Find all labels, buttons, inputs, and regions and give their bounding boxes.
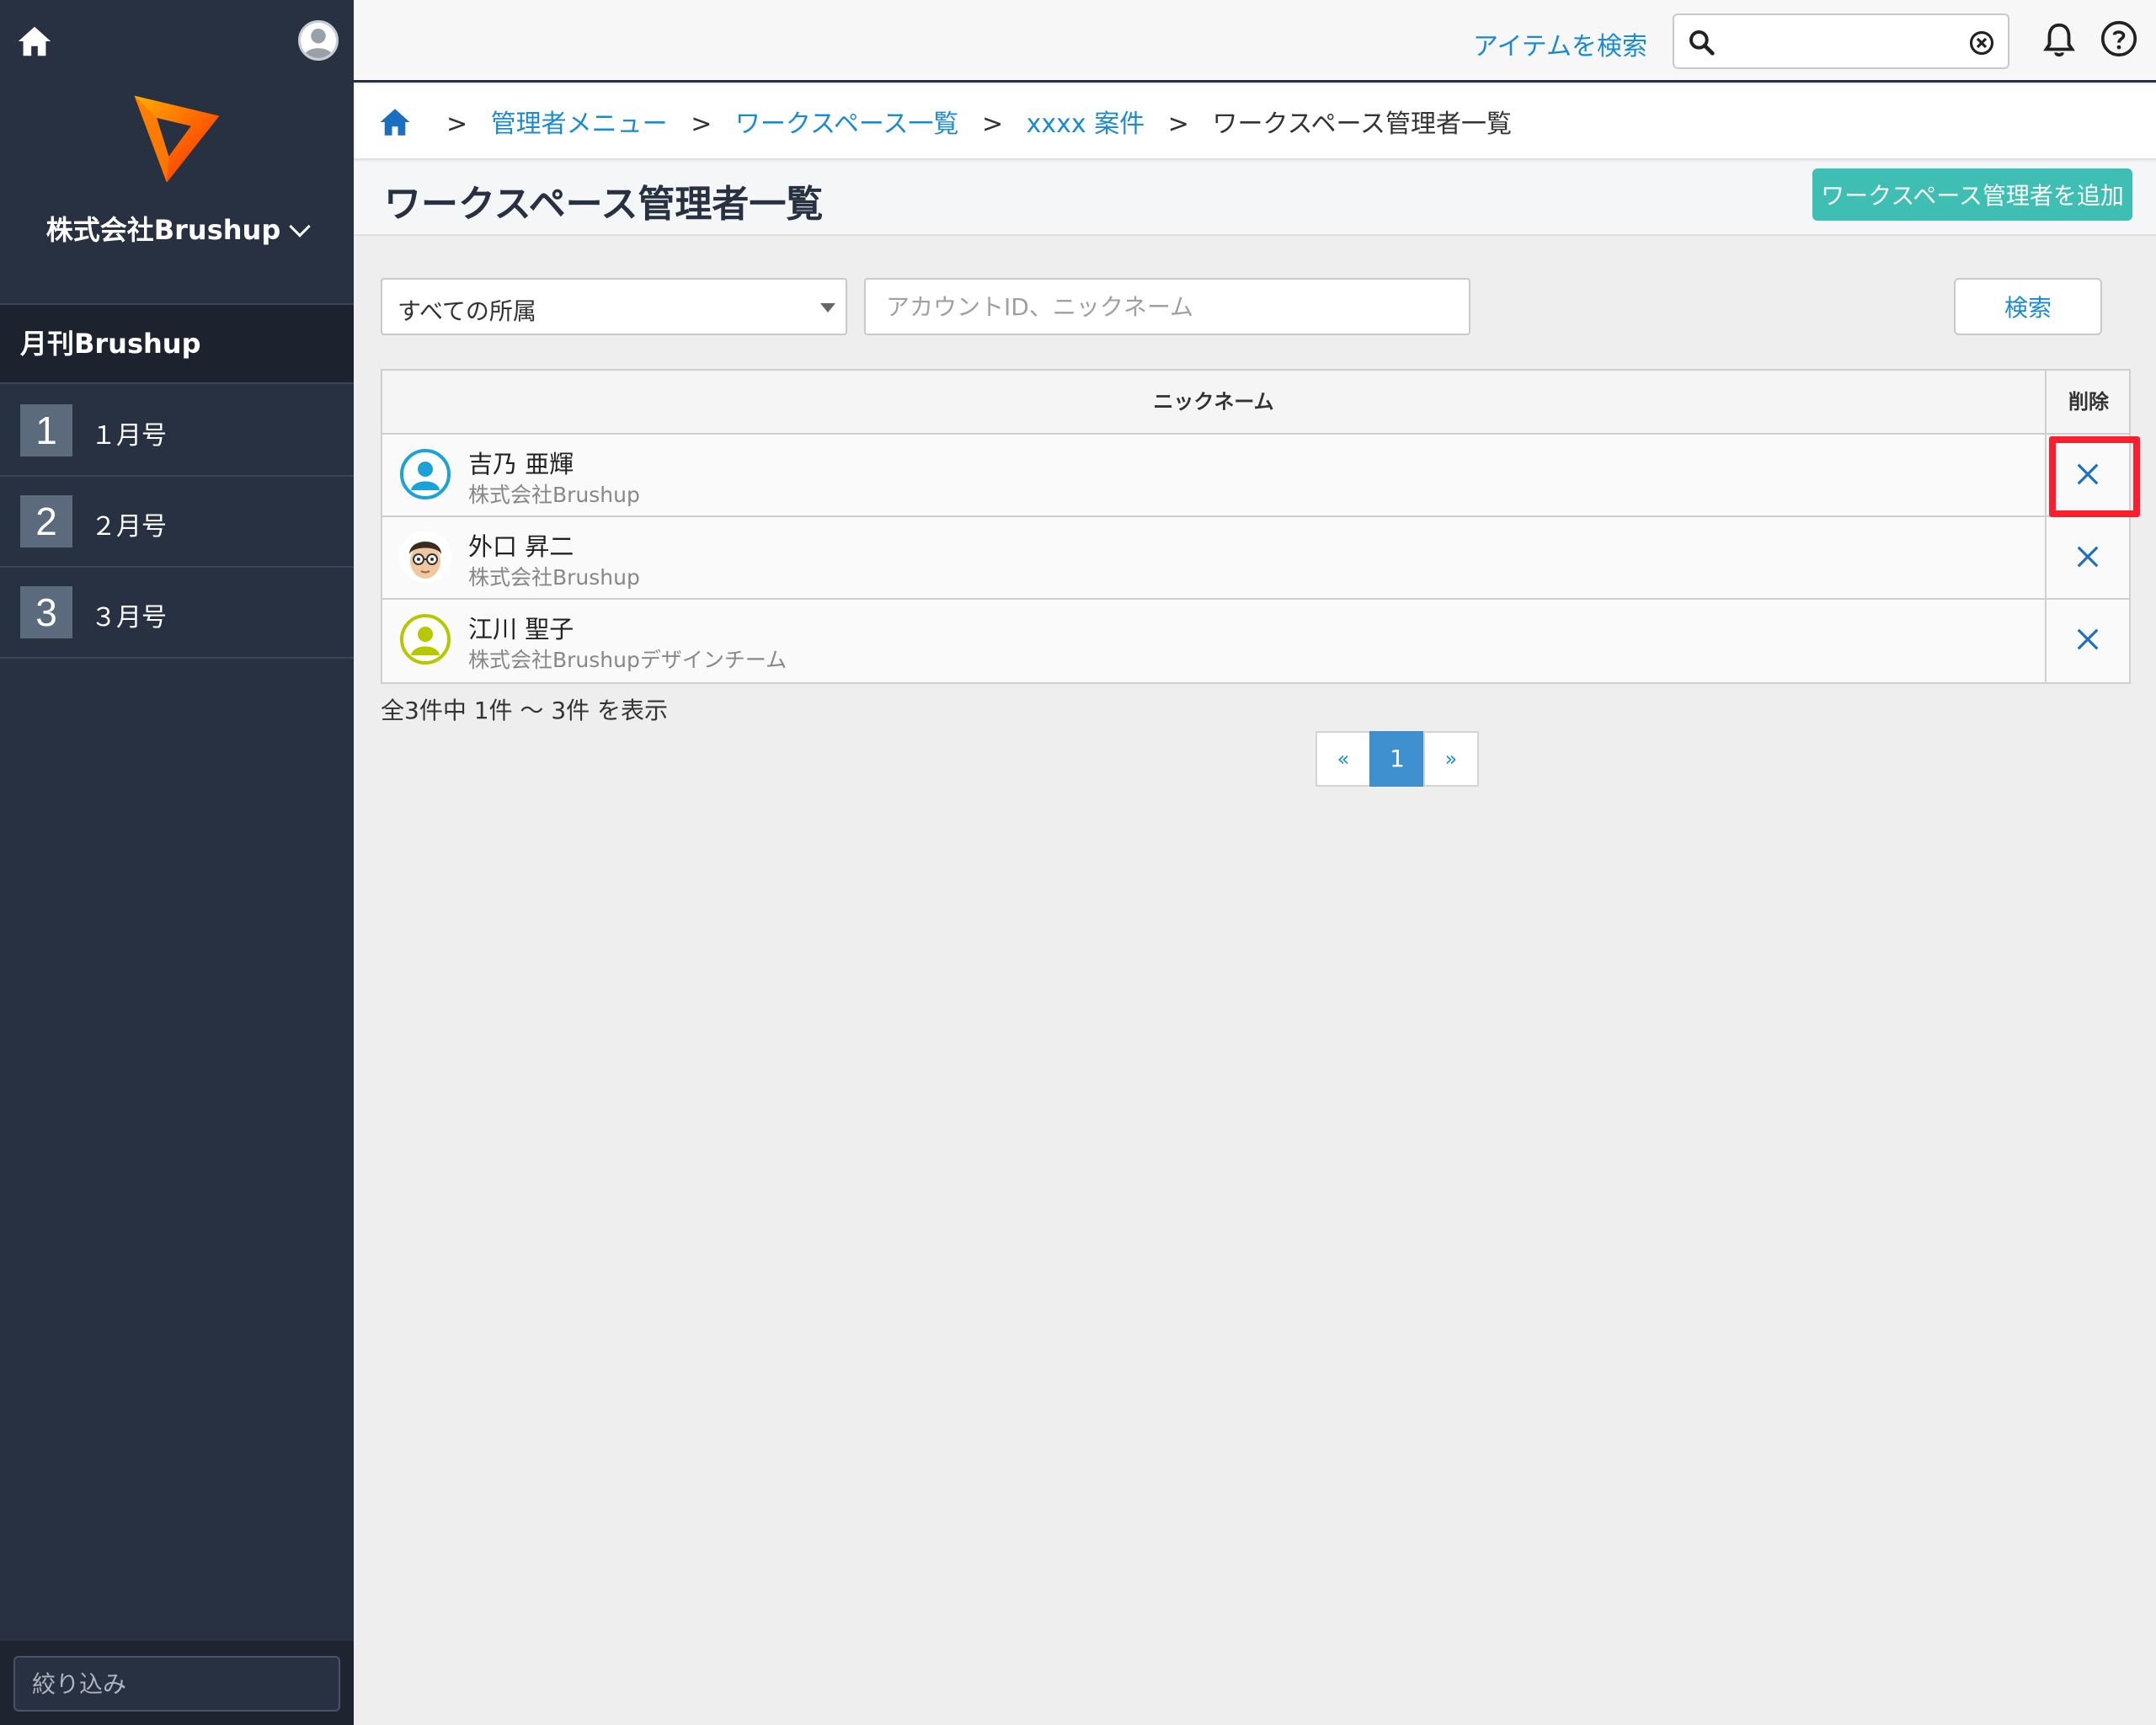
user-organization: 株式会社Brushup: [468, 483, 640, 507]
help-icon[interactable]: [2100, 20, 2137, 57]
avatar: [399, 531, 451, 583]
breadcrumb-admin-menu[interactable]: 管理者メニュー: [491, 109, 668, 139]
delete-button[interactable]: [2047, 600, 2131, 682]
breadcrumb-trail: > 管理者メニュー > ワークスペース一覧 > xxxx 案件 > ワークスペー…: [431, 103, 1512, 140]
breadcrumb-separator: >: [981, 109, 1004, 139]
avatar: [399, 613, 451, 665]
delete-button[interactable]: [2047, 517, 2131, 600]
sidebar-item-3[interactable]: 3 ３月号: [0, 568, 354, 659]
avatar: [399, 448, 451, 500]
column-header-delete: 削除: [2068, 390, 2109, 414]
pagination-prev[interactable]: «: [1315, 731, 1371, 787]
pagination: « 1 »: [1315, 731, 1479, 787]
user-organization: 株式会社Brushup: [468, 565, 640, 590]
pagination-page[interactable]: 1: [1369, 731, 1425, 787]
sidebar-item-2[interactable]: 2 ２月号: [0, 477, 354, 568]
add-workspace-admin-button[interactable]: ワークスペース管理者を追加: [1812, 168, 2132, 221]
top-header: アイテムを検索: [354, 0, 2156, 83]
nickname-cell: 外口 昇二 株式会社Brushup: [382, 517, 2047, 600]
result-count: 全3件中 1件 〜 3件 を表示: [381, 697, 669, 724]
close-icon: [2077, 546, 2099, 568]
caret-down-icon: [820, 303, 835, 312]
admin-table: ニックネーム 削除 吉乃 亜輝 株式会社Brushup 外口 昇二 株式会社Br…: [381, 369, 2140, 684]
user-name: 江川 聖子: [468, 615, 574, 644]
page-title: ワークスペース管理者一覧: [384, 183, 824, 226]
user-name: 吉乃 亜輝: [468, 450, 574, 478]
global-search-input[interactable]: [1725, 22, 1961, 61]
global-search-box: [1673, 13, 2009, 69]
nickname-cell: 吉乃 亜輝 株式会社Brushup: [382, 435, 2047, 517]
home-icon[interactable]: [15, 22, 54, 61]
table-row: 外口 昇二 株式会社Brushup: [382, 517, 2129, 600]
breadcrumb-separator: >: [1167, 109, 1189, 139]
issue-number-badge: 1: [20, 404, 72, 457]
sidebar-section-title[interactable]: 月刊Brushup: [0, 303, 354, 384]
close-icon: [2077, 628, 2099, 650]
delete-button[interactable]: [2047, 435, 2140, 517]
nickname-cell: 江川 聖子 株式会社Brushupデザインチーム: [382, 600, 2047, 682]
affiliation-select-value: すべての所属: [398, 297, 536, 325]
breadcrumb-separator: >: [691, 109, 712, 139]
chevron-down-icon: [289, 216, 311, 238]
clear-search-icon[interactable]: [1969, 30, 1994, 56]
sidebar-filter-area: [0, 1641, 354, 1725]
highlight-box: [2049, 436, 2140, 517]
breadcrumb-current: ワークスペース管理者一覧: [1212, 109, 1512, 139]
brushup-logo-icon: [134, 95, 220, 183]
sidebar-filter-input[interactable]: [13, 1656, 340, 1712]
sidebar-item-label: ２月号: [91, 512, 167, 542]
breadcrumb-project[interactable]: xxxx 案件: [1027, 109, 1145, 139]
default-user-icon: [400, 449, 451, 499]
breadcrumb-separator: >: [446, 109, 468, 139]
table-header: ニックネーム 削除: [382, 371, 2129, 435]
pagination-next[interactable]: »: [1423, 731, 1479, 787]
search-icon: [1689, 30, 1715, 56]
default-user-icon: [400, 614, 451, 665]
breadcrumb-workspace-list[interactable]: ワークスペース一覧: [735, 109, 959, 139]
user-name: 外口 昇二: [468, 532, 574, 561]
breadcrumb: > 管理者メニュー > ワークスペース一覧 > xxxx 案件 > ワークスペー…: [354, 84, 2156, 160]
sidebar-item-label: １月号: [91, 421, 167, 451]
sidebar-item-label: ３月号: [91, 603, 167, 633]
bell-icon[interactable]: [2040, 20, 2079, 59]
user-organization: 株式会社Brushupデザインチーム: [468, 648, 787, 672]
affiliation-select[interactable]: すべての所属: [381, 278, 847, 335]
company-switcher[interactable]: 株式会社Brushup: [0, 209, 354, 248]
home-icon[interactable]: [377, 104, 413, 140]
table-row: 江川 聖子 株式会社Brushupデザインチーム: [382, 600, 2129, 682]
user-avatar-icon[interactable]: [298, 20, 339, 61]
column-header-nickname[interactable]: ニックネーム: [382, 371, 2047, 433]
search-button[interactable]: 検索: [1954, 278, 2102, 335]
issue-number-badge: 2: [20, 495, 72, 547]
issue-number-badge: 3: [20, 586, 72, 638]
sidebar-item-1[interactable]: 1 １月号: [0, 386, 354, 477]
table-row: 吉乃 亜輝 株式会社Brushup: [382, 435, 2140, 517]
page-title-bar: ワークスペース管理者一覧 ワークスペース管理者を追加: [354, 162, 2156, 236]
company-name: 株式会社Brushup: [45, 214, 281, 246]
keyword-search-input[interactable]: [864, 278, 1470, 335]
glasses-face-avatar: [399, 531, 451, 583]
sidebar: 株式会社Brushup 月刊Brushup 1 １月号 2 ２月号 3 ３月号: [0, 0, 354, 1725]
item-search-link[interactable]: アイテムを検索: [1473, 25, 1647, 62]
